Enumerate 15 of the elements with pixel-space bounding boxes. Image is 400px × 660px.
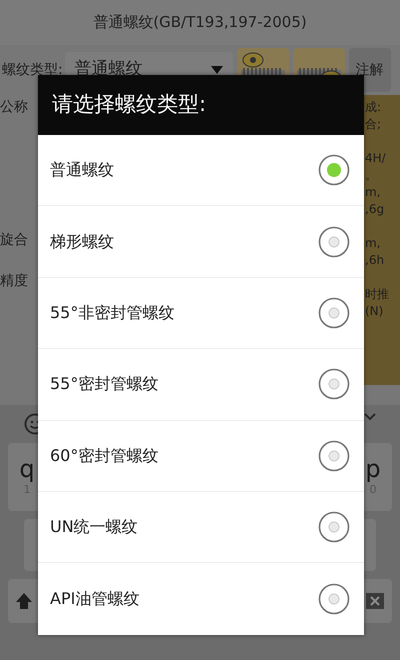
screen-title: 普通螺纹(GB/T193,197-2005) bbox=[93, 12, 307, 34]
panel-text: 时推 bbox=[365, 286, 389, 303]
field-label: 公称 bbox=[0, 98, 28, 117]
panel-text: m, bbox=[365, 184, 381, 201]
panel-text: ,6h bbox=[365, 252, 384, 269]
panel-text: m, bbox=[365, 235, 381, 252]
panel-text: 。 bbox=[365, 167, 377, 184]
field-label: 旋合 bbox=[0, 231, 28, 250]
panel-text: 4H/ bbox=[365, 150, 386, 167]
panel-text: 合; bbox=[365, 116, 382, 133]
field-label: 精度 bbox=[0, 272, 28, 291]
dialog-title: 请选择螺纹类型: bbox=[52, 91, 206, 118]
panel-text: 成: bbox=[365, 99, 382, 116]
panel-text: (N) bbox=[365, 303, 384, 320]
panel-text: ,6g bbox=[365, 201, 384, 218]
